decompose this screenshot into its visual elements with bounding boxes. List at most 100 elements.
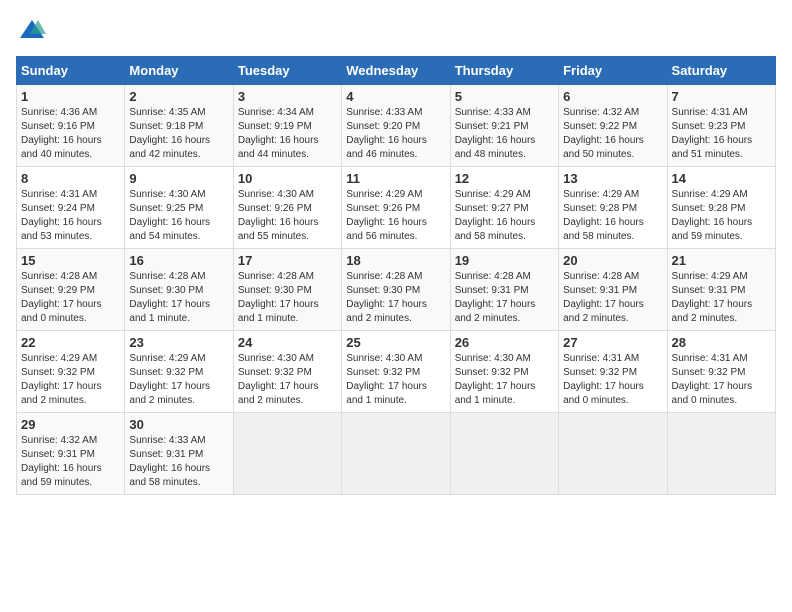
day-info: Sunrise: 4:32 AMSunset: 9:31 PMDaylight:… <box>21 434 120 490</box>
calendar-cell: 20 Sunrise: 4:28 AMSunset: 9:31 PMDaylig… <box>559 249 667 331</box>
calendar-cell: 1 Sunrise: 4:36 AMSunset: 9:16 PMDayligh… <box>17 85 125 167</box>
day-number: 2 <box>129 89 228 104</box>
calendar-week-row: 1 Sunrise: 4:36 AMSunset: 9:16 PMDayligh… <box>17 85 776 167</box>
calendar-header-row: SundayMondayTuesdayWednesdayThursdayFrid… <box>17 57 776 85</box>
calendar-cell: 3 Sunrise: 4:34 AMSunset: 9:19 PMDayligh… <box>233 85 341 167</box>
day-info: Sunrise: 4:28 AMSunset: 9:30 PMDaylight:… <box>129 270 228 326</box>
day-info: Sunrise: 4:29 AMSunset: 9:26 PMDaylight:… <box>346 188 445 244</box>
day-info: Sunrise: 4:35 AMSunset: 9:18 PMDaylight:… <box>129 106 228 162</box>
day-number: 30 <box>129 417 228 432</box>
calendar-cell: 7 Sunrise: 4:31 AMSunset: 9:23 PMDayligh… <box>667 85 775 167</box>
day-info: Sunrise: 4:28 AMSunset: 9:31 PMDaylight:… <box>563 270 662 326</box>
day-info: Sunrise: 4:31 AMSunset: 9:23 PMDaylight:… <box>672 106 771 162</box>
calendar-cell <box>233 413 341 495</box>
day-number: 4 <box>346 89 445 104</box>
calendar-cell: 27 Sunrise: 4:31 AMSunset: 9:32 PMDaylig… <box>559 331 667 413</box>
day-number: 29 <box>21 417 120 432</box>
day-info: Sunrise: 4:30 AMSunset: 9:26 PMDaylight:… <box>238 188 337 244</box>
day-number: 12 <box>455 171 554 186</box>
logo <box>16 16 46 44</box>
calendar-cell: 26 Sunrise: 4:30 AMSunset: 9:32 PMDaylig… <box>450 331 558 413</box>
col-header-wednesday: Wednesday <box>342 57 450 85</box>
col-header-friday: Friday <box>559 57 667 85</box>
day-info: Sunrise: 4:28 AMSunset: 9:30 PMDaylight:… <box>346 270 445 326</box>
calendar-cell <box>559 413 667 495</box>
day-number: 28 <box>672 335 771 350</box>
day-info: Sunrise: 4:29 AMSunset: 9:32 PMDaylight:… <box>129 352 228 408</box>
day-info: Sunrise: 4:28 AMSunset: 9:30 PMDaylight:… <box>238 270 337 326</box>
calendar-cell: 19 Sunrise: 4:28 AMSunset: 9:31 PMDaylig… <box>450 249 558 331</box>
day-number: 22 <box>21 335 120 350</box>
day-info: Sunrise: 4:31 AMSunset: 9:32 PMDaylight:… <box>672 352 771 408</box>
day-number: 26 <box>455 335 554 350</box>
col-header-sunday: Sunday <box>17 57 125 85</box>
day-number: 5 <box>455 89 554 104</box>
calendar-week-row: 15 Sunrise: 4:28 AMSunset: 9:29 PMDaylig… <box>17 249 776 331</box>
day-info: Sunrise: 4:29 AMSunset: 9:27 PMDaylight:… <box>455 188 554 244</box>
day-info: Sunrise: 4:30 AMSunset: 9:32 PMDaylight:… <box>455 352 554 408</box>
logo-icon <box>18 16 46 44</box>
calendar-cell: 23 Sunrise: 4:29 AMSunset: 9:32 PMDaylig… <box>125 331 233 413</box>
calendar-cell: 29 Sunrise: 4:32 AMSunset: 9:31 PMDaylig… <box>17 413 125 495</box>
day-info: Sunrise: 4:29 AMSunset: 9:28 PMDaylight:… <box>672 188 771 244</box>
calendar-cell: 12 Sunrise: 4:29 AMSunset: 9:27 PMDaylig… <box>450 167 558 249</box>
day-number: 27 <box>563 335 662 350</box>
col-header-saturday: Saturday <box>667 57 775 85</box>
day-number: 8 <box>21 171 120 186</box>
calendar-week-row: 22 Sunrise: 4:29 AMSunset: 9:32 PMDaylig… <box>17 331 776 413</box>
calendar-cell: 22 Sunrise: 4:29 AMSunset: 9:32 PMDaylig… <box>17 331 125 413</box>
day-info: Sunrise: 4:31 AMSunset: 9:24 PMDaylight:… <box>21 188 120 244</box>
calendar-cell: 8 Sunrise: 4:31 AMSunset: 9:24 PMDayligh… <box>17 167 125 249</box>
day-number: 20 <box>563 253 662 268</box>
calendar-cell: 10 Sunrise: 4:30 AMSunset: 9:26 PMDaylig… <box>233 167 341 249</box>
calendar-cell: 30 Sunrise: 4:33 AMSunset: 9:31 PMDaylig… <box>125 413 233 495</box>
day-number: 1 <box>21 89 120 104</box>
day-info: Sunrise: 4:33 AMSunset: 9:21 PMDaylight:… <box>455 106 554 162</box>
calendar-cell <box>667 413 775 495</box>
day-info: Sunrise: 4:29 AMSunset: 9:31 PMDaylight:… <box>672 270 771 326</box>
day-info: Sunrise: 4:34 AMSunset: 9:19 PMDaylight:… <box>238 106 337 162</box>
col-header-tuesday: Tuesday <box>233 57 341 85</box>
day-number: 25 <box>346 335 445 350</box>
day-number: 21 <box>672 253 771 268</box>
page-header <box>16 16 776 44</box>
calendar-cell: 4 Sunrise: 4:33 AMSunset: 9:20 PMDayligh… <box>342 85 450 167</box>
day-info: Sunrise: 4:33 AMSunset: 9:20 PMDaylight:… <box>346 106 445 162</box>
day-number: 6 <box>563 89 662 104</box>
day-number: 14 <box>672 171 771 186</box>
day-info: Sunrise: 4:28 AMSunset: 9:29 PMDaylight:… <box>21 270 120 326</box>
calendar-cell: 15 Sunrise: 4:28 AMSunset: 9:29 PMDaylig… <box>17 249 125 331</box>
day-info: Sunrise: 4:32 AMSunset: 9:22 PMDaylight:… <box>563 106 662 162</box>
day-number: 10 <box>238 171 337 186</box>
calendar-cell: 17 Sunrise: 4:28 AMSunset: 9:30 PMDaylig… <box>233 249 341 331</box>
calendar-cell: 5 Sunrise: 4:33 AMSunset: 9:21 PMDayligh… <box>450 85 558 167</box>
day-info: Sunrise: 4:28 AMSunset: 9:31 PMDaylight:… <box>455 270 554 326</box>
calendar-cell: 11 Sunrise: 4:29 AMSunset: 9:26 PMDaylig… <box>342 167 450 249</box>
day-number: 19 <box>455 253 554 268</box>
day-number: 9 <box>129 171 228 186</box>
day-number: 13 <box>563 171 662 186</box>
col-header-monday: Monday <box>125 57 233 85</box>
calendar-table: SundayMondayTuesdayWednesdayThursdayFrid… <box>16 56 776 495</box>
day-number: 7 <box>672 89 771 104</box>
day-number: 24 <box>238 335 337 350</box>
day-number: 15 <box>21 253 120 268</box>
day-info: Sunrise: 4:31 AMSunset: 9:32 PMDaylight:… <box>563 352 662 408</box>
day-info: Sunrise: 4:29 AMSunset: 9:32 PMDaylight:… <box>21 352 120 408</box>
calendar-cell: 9 Sunrise: 4:30 AMSunset: 9:25 PMDayligh… <box>125 167 233 249</box>
day-info: Sunrise: 4:33 AMSunset: 9:31 PMDaylight:… <box>129 434 228 490</box>
day-info: Sunrise: 4:30 AMSunset: 9:32 PMDaylight:… <box>238 352 337 408</box>
calendar-cell: 13 Sunrise: 4:29 AMSunset: 9:28 PMDaylig… <box>559 167 667 249</box>
day-number: 16 <box>129 253 228 268</box>
calendar-cell: 24 Sunrise: 4:30 AMSunset: 9:32 PMDaylig… <box>233 331 341 413</box>
calendar-cell: 21 Sunrise: 4:29 AMSunset: 9:31 PMDaylig… <box>667 249 775 331</box>
day-number: 11 <box>346 171 445 186</box>
calendar-cell: 18 Sunrise: 4:28 AMSunset: 9:30 PMDaylig… <box>342 249 450 331</box>
calendar-cell: 16 Sunrise: 4:28 AMSunset: 9:30 PMDaylig… <box>125 249 233 331</box>
day-info: Sunrise: 4:30 AMSunset: 9:32 PMDaylight:… <box>346 352 445 408</box>
calendar-cell: 14 Sunrise: 4:29 AMSunset: 9:28 PMDaylig… <box>667 167 775 249</box>
calendar-cell <box>450 413 558 495</box>
calendar-week-row: 29 Sunrise: 4:32 AMSunset: 9:31 PMDaylig… <box>17 413 776 495</box>
col-header-thursday: Thursday <box>450 57 558 85</box>
day-info: Sunrise: 4:36 AMSunset: 9:16 PMDaylight:… <box>21 106 120 162</box>
